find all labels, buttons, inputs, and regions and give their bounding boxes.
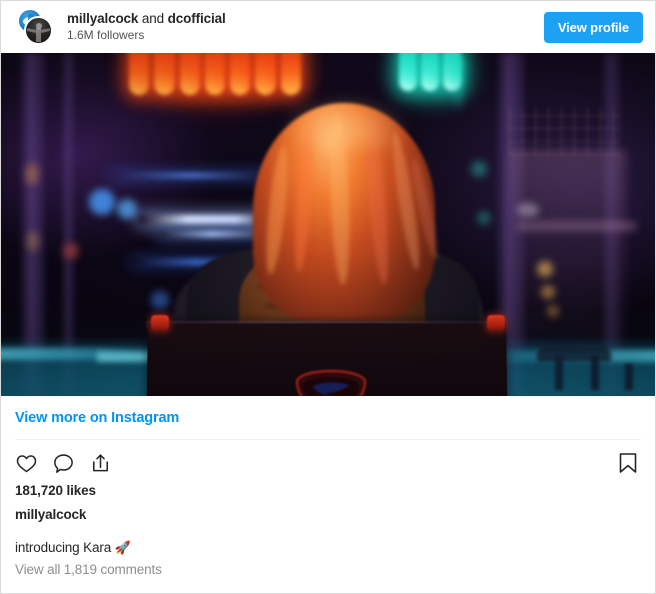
caption-text: introducing Kara 🚀 [15,522,641,556]
like-count: 181,720 likes [15,483,96,498]
view-more-on-instagram-link[interactable]: View more on Instagram [15,396,641,439]
chair-knob [487,315,505,331]
avatar-figure-arm-right [40,28,51,33]
avatar-figure-arm-left [26,28,37,33]
username-primary[interactable]: millyalcock [67,11,138,26]
post-header: millyalcock and dcofficial 1.6M follower… [1,1,655,53]
superman-shield-logo [295,369,367,396]
post-footer: View more on Instagram 181,720 likes mil… [1,396,655,577]
username-secondary[interactable]: dcofficial [168,11,226,26]
bookmark-icon[interactable] [617,451,639,475]
instagram-embed-card: millyalcock and dcofficial 1.6M follower… [0,0,656,594]
header-text-block: millyalcock and dcofficial 1.6M follower… [67,11,544,42]
follower-count: 1.6M followers [67,27,145,42]
caption-username[interactable]: millyalcock [15,498,641,522]
comment-icon[interactable] [52,452,75,475]
post-actions-row [15,440,641,481]
names-conjunction: and [138,11,168,27]
caption-body: introducing Kara [15,540,115,555]
share-icon[interactable] [89,452,112,475]
rocket-emoji: 🚀 [114,540,131,555]
view-profile-button[interactable]: View profile [543,11,643,43]
avatar-group[interactable] [15,9,55,45]
account-names: millyalcock and dcofficial [67,11,544,27]
post-media[interactable] [1,53,655,396]
like-icon[interactable] [15,452,38,475]
view-all-comments-link[interactable]: View all 1,819 comments [15,556,641,577]
chair-knob [151,315,169,331]
hair-highlight [281,97,409,151]
avatar-primary[interactable] [24,16,53,45]
